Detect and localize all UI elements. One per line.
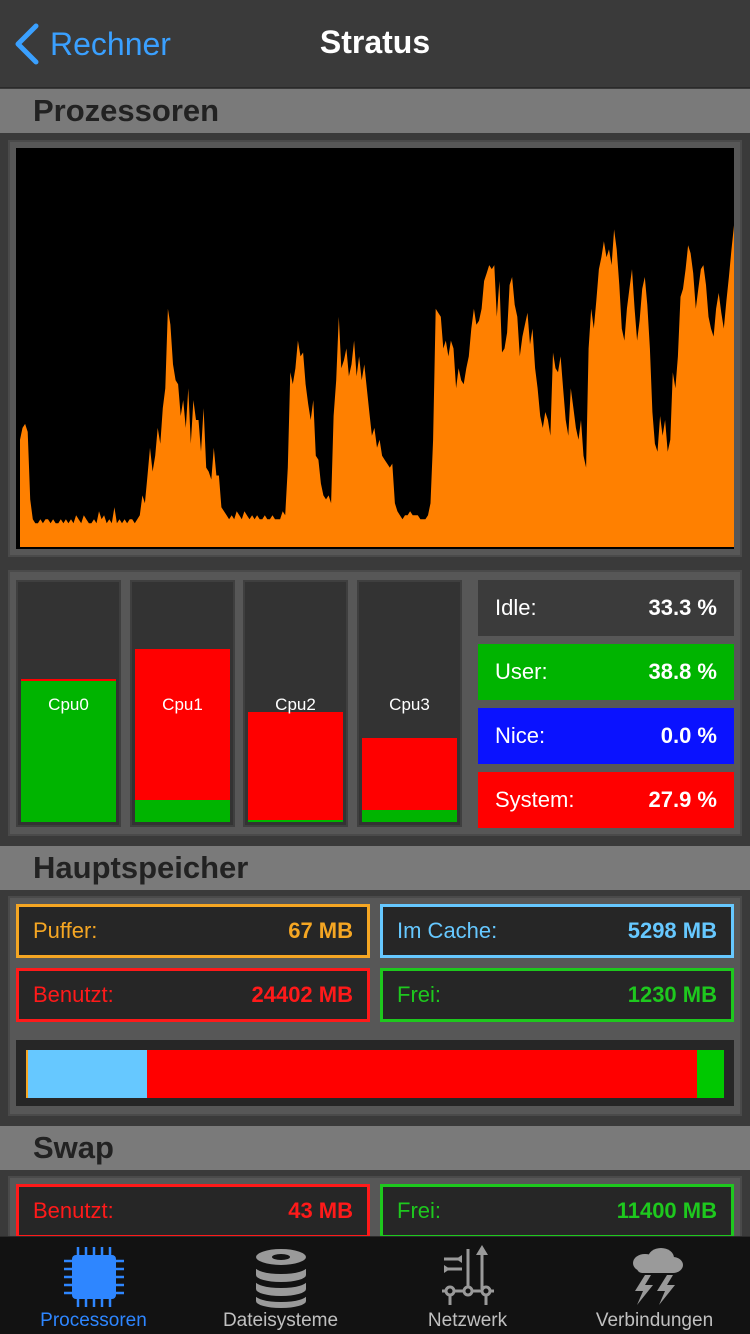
cpu-system-fill [135, 649, 230, 800]
cpu-chip-icon [63, 1247, 124, 1307]
memory-used-value: 24402 MB [251, 982, 353, 1007]
memory-bar-used-segment [147, 1050, 697, 1098]
section-header-swap: Swap [0, 1126, 750, 1170]
tab-connections-label: Verbindungen [595, 1310, 714, 1331]
cpu-label: Cpu2 [275, 695, 316, 714]
memory-cache-label: Im Cache: [397, 918, 498, 943]
cpu-stat-label: User: [495, 659, 548, 684]
memory-free-label: Frei: [397, 982, 441, 1007]
storm-cloud-icon [632, 1248, 683, 1305]
cpu-user-fill [248, 820, 343, 822]
cpu-stat-label: Idle: [495, 595, 537, 620]
section-header-processors: Prozessoren [0, 89, 750, 133]
cpu-stat-value: 38.8 % [648, 659, 718, 684]
section-header-memory: Hauptspeicher [0, 846, 750, 890]
memory-buffer-label: Puffer: [33, 918, 98, 943]
swap-free-label: Frei: [397, 1198, 441, 1223]
cpu-label: Cpu0 [48, 695, 89, 714]
page-title: Stratus [319, 24, 431, 60]
cpu-stat-value: 0.0 % [660, 723, 717, 748]
cpu-load-column: Cpu3 [357, 580, 462, 827]
tab-connections[interactable]: Verbindungen [561, 1237, 748, 1334]
cpu-user-fill [135, 800, 230, 822]
navigation-bar: Rechner Stratus [0, 0, 750, 88]
memory-free-box: Frei: 1230 MB [380, 968, 734, 1022]
cpu-stat-label: System: [495, 787, 575, 812]
memory-bar-cache-segment [28, 1050, 148, 1098]
swap-used-box: Benutzt: 43 MB [16, 1184, 370, 1238]
memory-free-value: 1230 MB [627, 982, 717, 1007]
memory-bar-free-segment [696, 1050, 725, 1098]
tab-network[interactable]: Netzwerk [374, 1237, 561, 1334]
cpu-history-area [20, 225, 734, 547]
tab-network-label: Netzwerk [427, 1310, 508, 1331]
cpu-user-fill [362, 810, 457, 822]
tab-filesystems[interactable]: Dateisysteme [187, 1237, 374, 1334]
memory-usage-bar [16, 1040, 734, 1106]
memory-cache-value: 5298 MB [627, 918, 717, 943]
cpu-history-graph [16, 148, 734, 549]
cpu-stat-idle: Idle: 33.3 % [478, 580, 734, 636]
cpu-load-column: Cpu2 [243, 580, 348, 827]
database-icon [253, 1247, 308, 1309]
tab-bar: Processoren Dateisysteme Netzwerk Verbin… [0, 1236, 750, 1334]
tab-processors-label: Processoren [40, 1310, 147, 1331]
memory-buffer-value: 67 MB [288, 918, 353, 943]
network-icon [441, 1245, 494, 1305]
cpu-load-column: Cpu0 [16, 580, 121, 827]
cpu-system-fill [248, 712, 343, 820]
tab-filesystems-label: Dateisysteme [222, 1310, 339, 1331]
cpu-system-fill [21, 679, 116, 681]
cpu-stat-user: User: 38.8 % [478, 644, 734, 700]
memory-buffer-box: Puffer: 67 MB [16, 904, 370, 958]
cpu-stat-nice: Nice: 0.0 % [478, 708, 734, 764]
swap-used-value: 43 MB [288, 1198, 353, 1223]
cpu-stat-system: System: 27.9 % [478, 772, 734, 828]
cpu-label: Cpu3 [389, 695, 430, 714]
swap-free-value: 11400 MB [616, 1198, 717, 1223]
swap-free-box: Frei: 11400 MB [380, 1184, 734, 1238]
tab-processors[interactable]: Processoren [0, 1237, 187, 1334]
cpu-stat-label: Nice: [495, 723, 546, 748]
memory-used-label: Benutzt: [33, 982, 114, 1007]
cpu-load-column: Cpu1 [130, 580, 235, 827]
cpu-stat-value: 33.3 % [648, 595, 718, 620]
memory-cache-box: Im Cache: 5298 MB [380, 904, 734, 958]
cpu-stat-value: 27.9 % [648, 787, 718, 812]
cpu-system-fill [362, 738, 457, 810]
memory-used-box: Benutzt: 24402 MB [16, 968, 370, 1022]
cpu-label: Cpu1 [162, 695, 203, 714]
cpu-history-chart [20, 225, 734, 547]
swap-used-label: Benutzt: [33, 1198, 114, 1223]
